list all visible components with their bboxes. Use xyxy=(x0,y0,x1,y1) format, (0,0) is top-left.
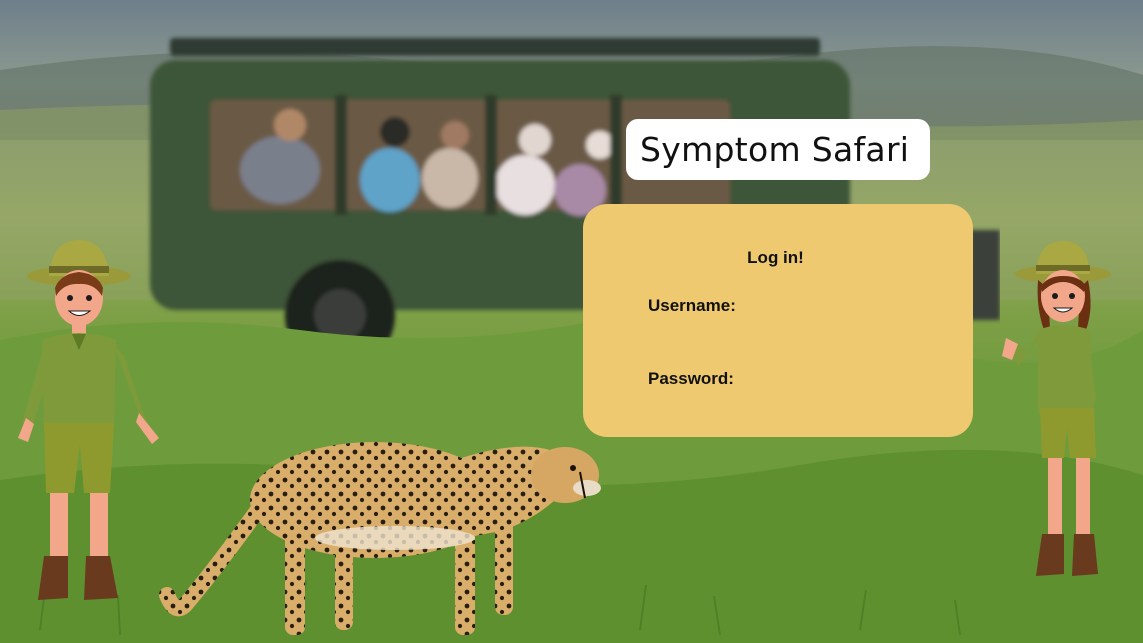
password-label: Password: xyxy=(648,369,734,388)
password-row: Password: xyxy=(648,366,953,392)
password-input[interactable] xyxy=(741,366,953,392)
ranger-girl-illustration xyxy=(1002,241,1111,576)
cheetah-image xyxy=(159,442,601,635)
app-title-card: Symptom Safari xyxy=(626,119,930,180)
safari-scene: Symptom Safari Log in! Username: Passwor… xyxy=(0,0,1143,643)
username-row: Username: xyxy=(648,293,955,319)
app-title: Symptom Safari xyxy=(640,130,910,169)
login-heading: Log in! xyxy=(747,248,804,267)
login-form: Log in! Username: Password: xyxy=(583,204,973,437)
ranger-boy-illustration xyxy=(18,240,159,600)
username-label: Username: xyxy=(648,296,736,315)
username-input[interactable] xyxy=(743,293,955,319)
